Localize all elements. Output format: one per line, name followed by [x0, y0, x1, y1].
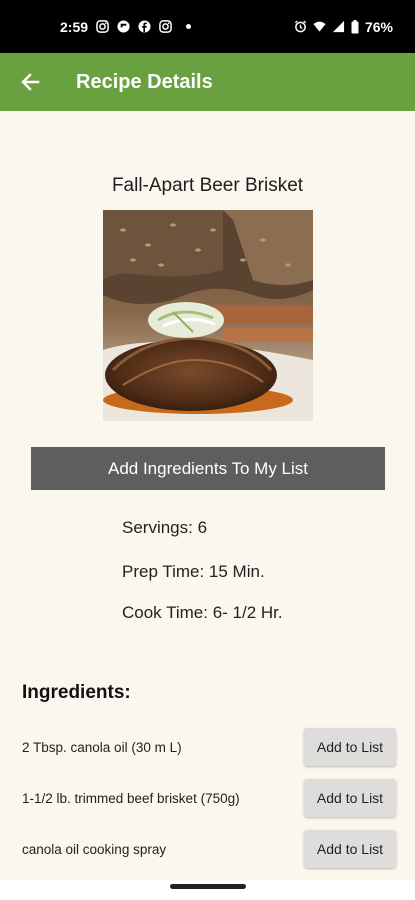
prep-time-text: Prep Time: 15 Min. [122, 562, 265, 581]
status-bar: 2:59 76% [0, 0, 415, 53]
alarm-icon [294, 20, 307, 33]
list-item: 2 Tbsp. canola oil (30 m L) Add to List [0, 728, 415, 768]
app-bar: Recipe Details [0, 53, 415, 111]
gesture-handle[interactable] [170, 884, 246, 889]
page-title: Recipe Details [76, 70, 213, 93]
add-to-list-button[interactable]: Add to List [304, 830, 396, 868]
ingredient-text: 2 Tbsp. canola oil (30 m L) [22, 740, 182, 755]
battery-icon [351, 19, 359, 33]
list-item: 1-1/2 lb. trimmed beef brisket (750g) Ad… [0, 779, 415, 819]
add-to-list-button[interactable]: Add to List [304, 779, 396, 817]
add-to-list-button[interactable]: Add to List [304, 728, 396, 766]
dot-icon [186, 24, 192, 29]
battery-percent: 76% [364, 18, 393, 35]
list-item: canola oil cooking spray Add to List [0, 830, 415, 870]
add-ingredients-button[interactable]: Add Ingredients To My List [31, 447, 385, 490]
ingredient-text: canola oil cooking spray [22, 842, 167, 857]
instagram-icon [159, 20, 172, 33]
instagram-icon [96, 20, 109, 33]
wifi-icon [313, 21, 326, 32]
facebook-icon [138, 20, 151, 33]
recipe-title: Fall-Apart Beer Brisket [111, 175, 304, 196]
status-left: 2:59 [60, 18, 192, 35]
servings-text: Servings: 6 [122, 518, 208, 537]
recipe-image [103, 210, 313, 421]
status-right: 76% [294, 19, 393, 35]
back-button[interactable] [0, 53, 60, 111]
cook-time-text: Cook Time: 6- 1/2 Hr. [122, 603, 283, 622]
ingredient-text: 1-1/2 lb. trimmed beef brisket (750g) [22, 791, 240, 806]
ingredients-heading: Ingredients: [22, 682, 131, 703]
arrow-left-icon [21, 73, 40, 91]
signal-icon [332, 20, 345, 33]
flipboard-icon [117, 20, 130, 33]
navigation-bar [0, 880, 415, 900]
status-time: 2:59 [60, 18, 89, 35]
